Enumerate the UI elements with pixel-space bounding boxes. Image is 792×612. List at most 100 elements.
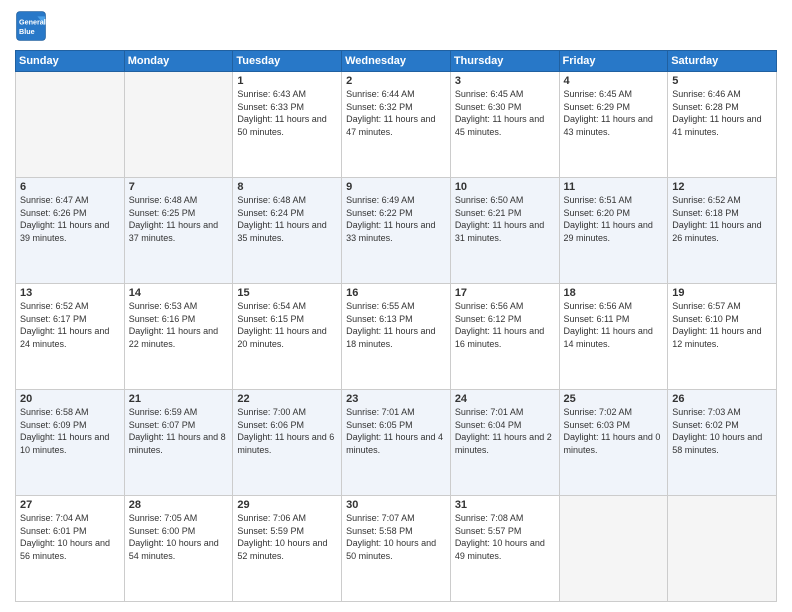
day-number: 22	[237, 393, 337, 405]
calendar-cell: 18 Sunrise: 6:56 AM Sunset: 6:11 PM Dayl…	[559, 284, 668, 390]
calendar-cell: 7 Sunrise: 6:48 AM Sunset: 6:25 PM Dayli…	[124, 178, 233, 284]
weekday-header: Monday	[124, 51, 233, 72]
calendar-cell: 23 Sunrise: 7:01 AM Sunset: 6:05 PM Dayl…	[342, 390, 451, 496]
calendar-cell: 21 Sunrise: 6:59 AM Sunset: 6:07 PM Dayl…	[124, 390, 233, 496]
calendar-cell: 8 Sunrise: 6:48 AM Sunset: 6:24 PM Dayli…	[233, 178, 342, 284]
weekday-header: Wednesday	[342, 51, 451, 72]
cell-text: Sunrise: 6:46 AM Sunset: 6:28 PM Dayligh…	[672, 88, 772, 138]
day-number: 6	[20, 181, 120, 193]
calendar-cell: 28 Sunrise: 7:05 AM Sunset: 6:00 PM Dayl…	[124, 496, 233, 602]
day-number: 25	[564, 393, 664, 405]
calendar-cell: 2 Sunrise: 6:44 AM Sunset: 6:32 PM Dayli…	[342, 72, 451, 178]
calendar-cell: 5 Sunrise: 6:46 AM Sunset: 6:28 PM Dayli…	[668, 72, 777, 178]
cell-text: Sunrise: 7:05 AM Sunset: 6:00 PM Dayligh…	[129, 512, 229, 562]
cell-text: Sunrise: 6:45 AM Sunset: 6:29 PM Dayligh…	[564, 88, 664, 138]
calendar-cell: 22 Sunrise: 7:00 AM Sunset: 6:06 PM Dayl…	[233, 390, 342, 496]
weekday-header: Tuesday	[233, 51, 342, 72]
day-number: 11	[564, 181, 664, 193]
calendar-cell	[16, 72, 125, 178]
day-number: 24	[455, 393, 555, 405]
day-number: 29	[237, 499, 337, 511]
day-number: 23	[346, 393, 446, 405]
day-number: 1	[237, 75, 337, 87]
cell-text: Sunrise: 6:47 AM Sunset: 6:26 PM Dayligh…	[20, 194, 120, 244]
calendar-cell: 25 Sunrise: 7:02 AM Sunset: 6:03 PM Dayl…	[559, 390, 668, 496]
calendar-cell: 13 Sunrise: 6:52 AM Sunset: 6:17 PM Dayl…	[16, 284, 125, 390]
calendar-table: SundayMondayTuesdayWednesdayThursdayFrid…	[15, 50, 777, 602]
day-number: 3	[455, 75, 555, 87]
cell-text: Sunrise: 7:08 AM Sunset: 5:57 PM Dayligh…	[455, 512, 555, 562]
weekday-header: Sunday	[16, 51, 125, 72]
calendar-cell: 29 Sunrise: 7:06 AM Sunset: 5:59 PM Dayl…	[233, 496, 342, 602]
calendar-cell: 10 Sunrise: 6:50 AM Sunset: 6:21 PM Dayl…	[450, 178, 559, 284]
cell-text: Sunrise: 6:58 AM Sunset: 6:09 PM Dayligh…	[20, 406, 120, 456]
cell-text: Sunrise: 6:56 AM Sunset: 6:12 PM Dayligh…	[455, 300, 555, 350]
calendar-cell: 6 Sunrise: 6:47 AM Sunset: 6:26 PM Dayli…	[16, 178, 125, 284]
cell-text: Sunrise: 6:44 AM Sunset: 6:32 PM Dayligh…	[346, 88, 446, 138]
cell-text: Sunrise: 7:01 AM Sunset: 6:05 PM Dayligh…	[346, 406, 446, 456]
day-number: 26	[672, 393, 772, 405]
cell-text: Sunrise: 6:48 AM Sunset: 6:24 PM Dayligh…	[237, 194, 337, 244]
day-number: 19	[672, 287, 772, 299]
day-number: 18	[564, 287, 664, 299]
day-number: 2	[346, 75, 446, 87]
cell-text: Sunrise: 6:51 AM Sunset: 6:20 PM Dayligh…	[564, 194, 664, 244]
calendar-cell: 31 Sunrise: 7:08 AM Sunset: 5:57 PM Dayl…	[450, 496, 559, 602]
day-number: 31	[455, 499, 555, 511]
header-row: SundayMondayTuesdayWednesdayThursdayFrid…	[16, 51, 777, 72]
day-number: 8	[237, 181, 337, 193]
day-number: 14	[129, 287, 229, 299]
svg-text:General: General	[19, 17, 46, 26]
calendar-row: 27 Sunrise: 7:04 AM Sunset: 6:01 PM Dayl…	[16, 496, 777, 602]
cell-text: Sunrise: 7:02 AM Sunset: 6:03 PM Dayligh…	[564, 406, 664, 456]
weekday-header: Friday	[559, 51, 668, 72]
calendar-cell: 1 Sunrise: 6:43 AM Sunset: 6:33 PM Dayli…	[233, 72, 342, 178]
page: General Blue SundayMondayTuesdayWednesda…	[0, 0, 792, 612]
calendar-cell	[668, 496, 777, 602]
cell-text: Sunrise: 6:52 AM Sunset: 6:17 PM Dayligh…	[20, 300, 120, 350]
calendar-cell: 30 Sunrise: 7:07 AM Sunset: 5:58 PM Dayl…	[342, 496, 451, 602]
day-number: 30	[346, 499, 446, 511]
day-number: 16	[346, 287, 446, 299]
day-number: 27	[20, 499, 120, 511]
day-number: 9	[346, 181, 446, 193]
cell-text: Sunrise: 6:55 AM Sunset: 6:13 PM Dayligh…	[346, 300, 446, 350]
calendar-cell: 12 Sunrise: 6:52 AM Sunset: 6:18 PM Dayl…	[668, 178, 777, 284]
logo-icon: General Blue	[15, 10, 47, 42]
cell-text: Sunrise: 6:56 AM Sunset: 6:11 PM Dayligh…	[564, 300, 664, 350]
cell-text: Sunrise: 7:01 AM Sunset: 6:04 PM Dayligh…	[455, 406, 555, 456]
day-number: 7	[129, 181, 229, 193]
calendar-cell: 20 Sunrise: 6:58 AM Sunset: 6:09 PM Dayl…	[16, 390, 125, 496]
calendar-cell: 19 Sunrise: 6:57 AM Sunset: 6:10 PM Dayl…	[668, 284, 777, 390]
cell-text: Sunrise: 6:45 AM Sunset: 6:30 PM Dayligh…	[455, 88, 555, 138]
day-number: 10	[455, 181, 555, 193]
day-number: 13	[20, 287, 120, 299]
weekday-header: Saturday	[668, 51, 777, 72]
cell-text: Sunrise: 6:53 AM Sunset: 6:16 PM Dayligh…	[129, 300, 229, 350]
calendar-cell: 26 Sunrise: 7:03 AM Sunset: 6:02 PM Dayl…	[668, 390, 777, 496]
calendar-cell: 3 Sunrise: 6:45 AM Sunset: 6:30 PM Dayli…	[450, 72, 559, 178]
cell-text: Sunrise: 6:43 AM Sunset: 6:33 PM Dayligh…	[237, 88, 337, 138]
day-number: 5	[672, 75, 772, 87]
calendar-cell	[559, 496, 668, 602]
calendar-cell: 16 Sunrise: 6:55 AM Sunset: 6:13 PM Dayl…	[342, 284, 451, 390]
calendar-cell: 17 Sunrise: 6:56 AM Sunset: 6:12 PM Dayl…	[450, 284, 559, 390]
calendar-cell: 24 Sunrise: 7:01 AM Sunset: 6:04 PM Dayl…	[450, 390, 559, 496]
cell-text: Sunrise: 6:59 AM Sunset: 6:07 PM Dayligh…	[129, 406, 229, 456]
calendar-row: 13 Sunrise: 6:52 AM Sunset: 6:17 PM Dayl…	[16, 284, 777, 390]
calendar-cell	[124, 72, 233, 178]
cell-text: Sunrise: 7:00 AM Sunset: 6:06 PM Dayligh…	[237, 406, 337, 456]
cell-text: Sunrise: 6:52 AM Sunset: 6:18 PM Dayligh…	[672, 194, 772, 244]
calendar-cell: 9 Sunrise: 6:49 AM Sunset: 6:22 PM Dayli…	[342, 178, 451, 284]
cell-text: Sunrise: 7:03 AM Sunset: 6:02 PM Dayligh…	[672, 406, 772, 456]
day-number: 28	[129, 499, 229, 511]
calendar-row: 6 Sunrise: 6:47 AM Sunset: 6:26 PM Dayli…	[16, 178, 777, 284]
day-number: 4	[564, 75, 664, 87]
cell-text: Sunrise: 7:06 AM Sunset: 5:59 PM Dayligh…	[237, 512, 337, 562]
logo: General Blue	[15, 10, 47, 42]
svg-text:Blue: Blue	[19, 27, 35, 36]
cell-text: Sunrise: 6:49 AM Sunset: 6:22 PM Dayligh…	[346, 194, 446, 244]
cell-text: Sunrise: 6:48 AM Sunset: 6:25 PM Dayligh…	[129, 194, 229, 244]
cell-text: Sunrise: 7:04 AM Sunset: 6:01 PM Dayligh…	[20, 512, 120, 562]
weekday-header: Thursday	[450, 51, 559, 72]
